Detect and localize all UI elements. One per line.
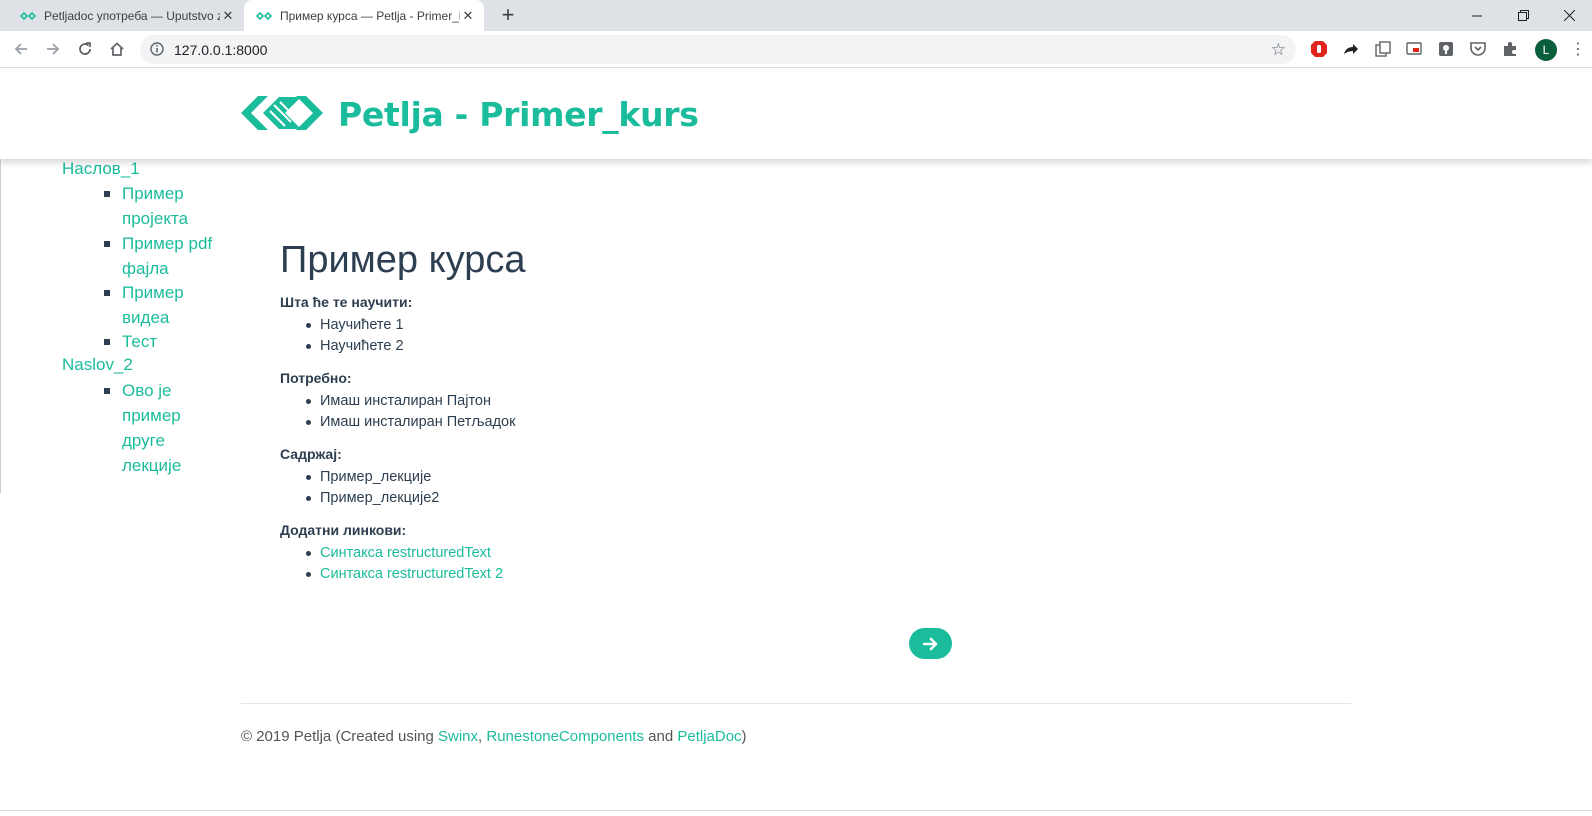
browser-tab-primer-kursa[interactable]: Пример курса — Petlja - Primer_kurs ✕	[244, 0, 484, 31]
petljadoc-link[interactable]: PetljaDoc	[677, 728, 741, 745]
minimize-window-icon[interactable]	[1454, 0, 1500, 31]
toc-section-naslov-1[interactable]: Наслов_1	[62, 159, 140, 179]
toc-section-naslov-2[interactable]: Naslov_2	[62, 355, 133, 375]
list-item: Имаш инсталиран Петљадок	[306, 412, 1180, 433]
toc-item-primer-pdf[interactable]: Пример pdf фајла	[104, 231, 232, 281]
tabs-extension-icon[interactable]	[1374, 40, 1392, 58]
list-item: Имаш инсталиран Пајтон	[306, 391, 1180, 412]
list-bullet	[104, 290, 110, 296]
browser-toolbar: 127.0.0.1:8000 ☆ L ⋮	[0, 31, 1592, 68]
footer-copyright: © 2019 Petlja (Created using	[241, 728, 438, 745]
star-icon[interactable]: ☆	[1271, 40, 1286, 60]
toc-item-test[interactable]: Тест	[104, 329, 232, 354]
toc-item-label[interactable]: Тест	[122, 329, 232, 354]
footer-suffix: )	[741, 728, 747, 745]
page-title: Пример курса	[280, 239, 526, 281]
requirements-list: Имаш инсталиран Пајтон Имаш инсталиран П…	[306, 391, 1180, 433]
section-heading-learn: Шта ће те научити:	[280, 294, 413, 310]
petlja-favicon-icon	[256, 8, 272, 24]
close-window-icon[interactable]	[1546, 0, 1592, 31]
cast-extension-icon[interactable]	[1405, 40, 1423, 58]
toc-item-druga-lekcija[interactable]: Ово је пример друге лекције	[104, 378, 232, 478]
home-icon[interactable]	[105, 37, 129, 61]
share-extension-icon[interactable]	[1342, 40, 1360, 58]
footer: © 2019 Petlja (Created using Swinx, Rune…	[241, 728, 747, 745]
extensions-icon[interactable]	[1501, 40, 1519, 58]
menu-icon[interactable]: ⋮	[1568, 40, 1588, 60]
toc-item-label[interactable]: Ово је пример друге лекције	[122, 378, 232, 478]
site-title[interactable]: Petlja - Primer_kurs	[338, 95, 699, 134]
rst-syntax-link-2[interactable]: Синтакса restructuredText 2	[306, 564, 1180, 585]
swinx-link[interactable]: Swinx	[438, 728, 478, 745]
back-icon[interactable]	[9, 37, 33, 61]
arrow-right-icon	[922, 637, 937, 650]
section-heading-contents: Садржај:	[280, 446, 342, 462]
reload-icon[interactable]	[73, 37, 97, 61]
forward-icon[interactable]	[41, 37, 65, 61]
main-content: Пример курса Шта ће те научити: Научићет…	[280, 235, 1180, 598]
rst-syntax-link[interactable]: Синтакса restructuredText	[306, 543, 1180, 564]
list-bullet	[104, 388, 110, 394]
footer-separator: and	[643, 728, 678, 745]
browser-tab-petljadoc[interactable]: Petljadoc употреба — Uputstvo za... ✕	[0, 0, 244, 31]
list-item: Научићете 1	[306, 315, 1180, 336]
adblock-extension-icon[interactable]	[1310, 40, 1328, 58]
close-tab-icon[interactable]: ✕	[220, 8, 236, 24]
page-bottom-border	[0, 810, 1592, 811]
runestone-link[interactable]: RunestoneComponents	[486, 728, 644, 745]
list-bullet	[104, 191, 110, 197]
tab-title: Petljadoc употреба — Uputstvo za...	[44, 8, 220, 23]
learn-list: Научићете 1 Научићете 2	[306, 315, 1180, 357]
toc-item-label[interactable]: Пример пројекта	[122, 181, 232, 231]
next-page-button[interactable]	[909, 628, 952, 659]
footer-divider	[241, 703, 1351, 704]
tab-strip: Petljadoc употреба — Uputstvo za... ✕ Пр…	[0, 0, 1592, 31]
section-heading-links: Додатни линкови:	[280, 522, 407, 538]
tab-title: Пример курса — Petlja - Primer_kurs	[280, 8, 460, 23]
list-item: Пример_лекције2	[306, 488, 1180, 509]
new-tab-button[interactable]: +	[496, 4, 520, 28]
keep-extension-icon[interactable]	[1437, 40, 1455, 58]
links-list: Синтакса restructuredText Синтакса restr…	[306, 543, 1180, 585]
section-heading-requirements: Потребно:	[280, 370, 352, 386]
address-bar[interactable]: 127.0.0.1:8000 ☆	[140, 35, 1296, 64]
pocket-extension-icon[interactable]	[1469, 40, 1487, 58]
site-header: Petlja - Primer_kurs	[0, 69, 1592, 159]
petlja-favicon-icon	[20, 8, 36, 24]
info-icon[interactable]	[150, 42, 164, 56]
list-item: Научићете 2	[306, 336, 1180, 357]
list-item: Пример_лекције	[306, 467, 1180, 488]
list-bullet	[104, 241, 110, 247]
restore-window-icon[interactable]	[1500, 0, 1546, 31]
sidebar-toc: Наслов_1 Пример пројекта Пример pdf фајла …	[0, 159, 230, 493]
petlja-logo-icon[interactable]	[241, 91, 323, 135]
list-bullet	[104, 339, 110, 345]
toc-item-label[interactable]: Пример видеа	[122, 280, 232, 330]
toc-item-label[interactable]: Пример pdf фајла	[122, 231, 232, 281]
toc-item-primer-projekta[interactable]: Пример пројекта	[104, 181, 232, 231]
close-tab-icon[interactable]: ✕	[460, 8, 476, 24]
toc-item-primer-videa[interactable]: Пример видеа	[104, 280, 232, 330]
contents-list: Пример_лекције Пример_лекције2	[306, 467, 1180, 509]
profile-avatar[interactable]: L	[1535, 39, 1557, 61]
url-text[interactable]: 127.0.0.1:8000	[174, 42, 267, 58]
